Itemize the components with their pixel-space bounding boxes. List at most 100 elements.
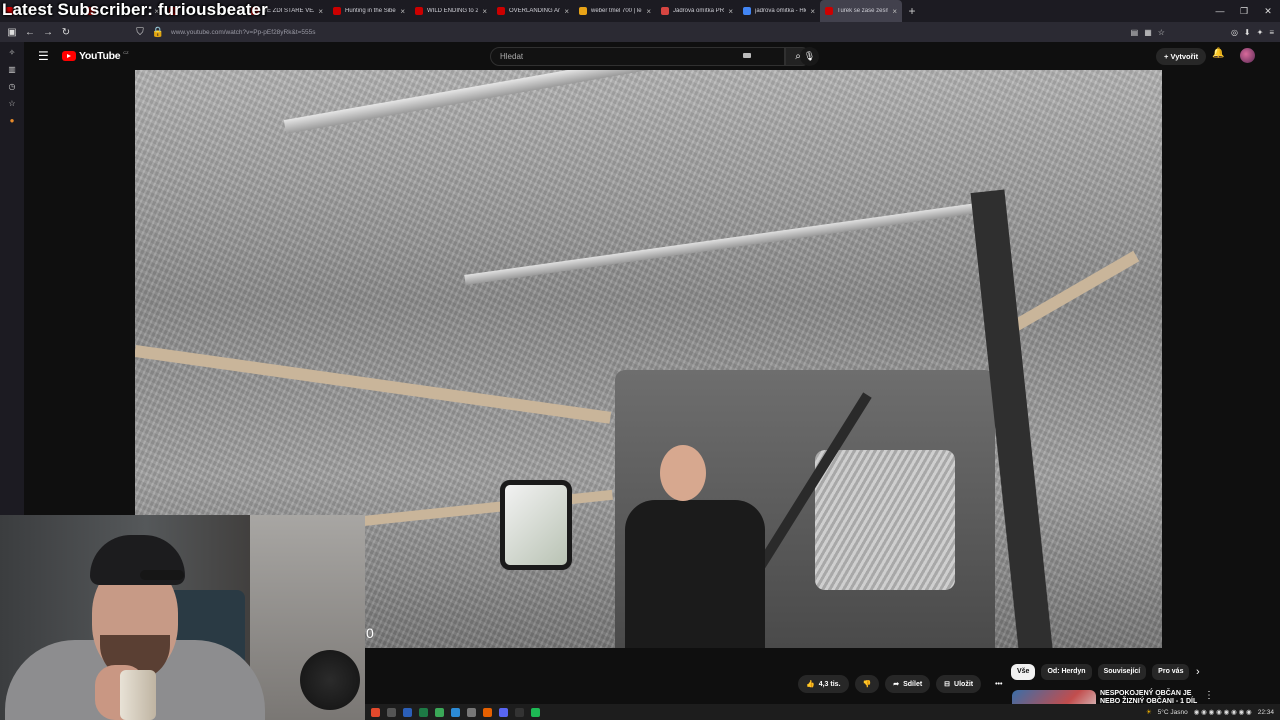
minimize-icon[interactable]: —: [1208, 0, 1232, 22]
puzzle-icon[interactable]: ✦: [1257, 28, 1264, 37]
share-button[interactable]: ➦ Sdílet: [885, 675, 931, 693]
avatar[interactable]: [1240, 48, 1255, 63]
tab-favicon-icon: [415, 7, 423, 15]
thumbs-down-icon: 👎: [862, 681, 872, 688]
tab-close-icon[interactable]: ×: [564, 7, 569, 16]
dislike-button[interactable]: 👎: [854, 675, 880, 693]
youtube-header: ☰ YouTube CZ Hledat ⌕ 🎙 + Vytvořit 🔔: [24, 42, 1280, 70]
sidebar-ai-icon[interactable]: ✧: [9, 48, 16, 57]
address-field[interactable]: www.youtube.com/watch?v=Pp-pEf28yRk&t=55…: [171, 29, 316, 36]
tab-close-icon[interactable]: ×: [646, 7, 651, 16]
extension-icon[interactable]: ◎: [1231, 28, 1238, 37]
tray-icons[interactable]: ◉ ◉ ◉ ◉ ◉ ◉ ◉ ◉: [1194, 708, 1252, 716]
reader-icon[interactable]: ▤: [1131, 28, 1139, 37]
browser-tab[interactable]: weber tmel 700 | lepicí a stěrko ×: [574, 0, 656, 22]
browser-tab[interactable]: WILD ENDING to 20,000km Fro×: [410, 0, 492, 22]
like-button[interactable]: 👍 4,3 tis.: [798, 675, 849, 693]
downloads-icon[interactable]: ⬇: [1244, 28, 1251, 37]
weather-icon: ☀: [1145, 709, 1152, 716]
thumbs-up-icon: 👍: [806, 681, 815, 688]
recommendation-menu-icon[interactable]: ⋮: [1204, 690, 1214, 701]
hamburger-menu-icon[interactable]: ☰: [38, 49, 49, 63]
share-label: Sdílet: [903, 680, 923, 688]
sidebar-tabs-icon[interactable]: ▥: [8, 65, 16, 74]
sidebar-history-icon[interactable]: ◷: [9, 82, 16, 91]
tab-title: weber tmel 700 | lepicí a stěrko: [591, 8, 642, 14]
search-input[interactable]: Hledat: [490, 47, 785, 66]
restore-icon[interactable]: ❐: [1232, 0, 1256, 22]
sidebar-extension-icon[interactable]: ●: [10, 116, 15, 125]
pip-icon[interactable]: ▦: [1144, 28, 1152, 37]
tab-title: Hunting in the Siberian Taiga: Y: [345, 8, 396, 14]
tab-close-icon[interactable]: ×: [400, 7, 405, 16]
video-frame-door-window: [815, 450, 955, 590]
video-frame-ceiling-rib: [464, 202, 981, 285]
recommendation-chips: Vše Od: Herdyn Související Pro vás: [1011, 664, 1190, 680]
menu-icon[interactable]: ≡: [1269, 28, 1274, 37]
browser-tab[interactable]: jadrova omitka - Hledat Google ×: [738, 0, 820, 22]
taskbar-apps: [365, 707, 540, 717]
browser-tab[interactable]: OVERLANDING And EXPLORIN×: [492, 0, 574, 22]
tab-close-icon[interactable]: ×: [482, 7, 487, 16]
taskbar-settings-icon[interactable]: [467, 707, 476, 717]
video-overlay-digit: 0: [366, 625, 374, 641]
browser-tab[interactable]: Jádrová omítka PRECIT univerzá×: [656, 0, 738, 22]
chevron-right-icon[interactable]: ›: [1196, 666, 1200, 678]
clock[interactable]: 22:34: [1258, 709, 1274, 716]
tab-close-icon[interactable]: ×: [892, 7, 897, 16]
forward-icon[interactable]: →: [39, 27, 57, 38]
chip-related[interactable]: Související: [1097, 664, 1147, 680]
create-button[interactable]: + Vytvořit: [1156, 48, 1207, 65]
taskbar-app-icon[interactable]: [435, 707, 444, 717]
tab-title: WILD ENDING to 20,000km Fro: [427, 8, 479, 14]
chip-from-channel[interactable]: Od: Herdyn: [1041, 664, 1092, 680]
taskbar-excel-icon[interactable]: [419, 707, 428, 717]
tab-favicon-icon: [579, 7, 587, 15]
chip-for-you[interactable]: Pro vás: [1152, 664, 1190, 680]
new-tab-button[interactable]: +: [902, 4, 922, 18]
more-actions-button[interactable]: •••: [987, 675, 1010, 693]
taskbar-obs-icon[interactable]: [515, 707, 524, 717]
video-person-shirt: [625, 500, 765, 648]
chip-all[interactable]: Vše: [1011, 664, 1036, 680]
browser-tab[interactable]: Turek se zase zesměšnil - Y×: [820, 0, 902, 22]
webcam-drink-can: [120, 670, 156, 720]
taskbar-word-icon[interactable]: [403, 707, 412, 717]
window-controls: — ❐ ✕: [1208, 0, 1280, 22]
close-window-icon[interactable]: ✕: [1256, 0, 1280, 22]
sidebar-toggle-icon[interactable]: ▣: [3, 27, 21, 38]
youtube-logo[interactable]: YouTube CZ: [62, 50, 129, 62]
tab-favicon-icon: [333, 7, 341, 15]
sidebar-bookmarks-icon[interactable]: ☆: [8, 99, 15, 108]
youtube-wordmark: YouTube: [79, 50, 121, 62]
taskbar-brave-icon[interactable]: [371, 707, 380, 717]
taskbar-discord-icon[interactable]: [499, 707, 508, 717]
tab-close-icon[interactable]: ×: [810, 7, 815, 16]
bookmark-star-icon[interactable]: ☆: [1158, 28, 1165, 37]
browser-tab[interactable]: Hunting in the Siberian Taiga: Y ×: [328, 0, 410, 22]
tab-close-icon[interactable]: ×: [728, 7, 733, 16]
weather-text[interactable]: 5°C Jasno: [1158, 709, 1188, 716]
shield-icon[interactable]: ⛉: [131, 27, 149, 38]
bookmark-icon: ⊟: [944, 681, 951, 688]
tab-title: Jádrová omítka PRECIT univerzá: [673, 8, 725, 14]
notifications-bell-icon[interactable]: 🔔: [1212, 48, 1224, 59]
reload-icon[interactable]: ↻: [57, 27, 75, 38]
back-icon[interactable]: ←: [21, 27, 39, 38]
save-button[interactable]: ⊟ Uložit: [936, 675, 982, 693]
tab-favicon-icon: [497, 7, 505, 15]
taskbar-firefox-icon[interactable]: [483, 707, 492, 717]
taskbar-shield-icon[interactable]: [387, 707, 396, 717]
voice-search-button[interactable]: 🎙: [800, 47, 819, 66]
video-frame-batten: [135, 345, 612, 424]
like-count: 4,3 tis.: [818, 680, 841, 688]
taskbar-edge-icon[interactable]: [451, 707, 460, 717]
video-frame-batten: [1012, 250, 1140, 332]
video-frame-person: [610, 445, 780, 648]
tab-favicon-icon: [743, 7, 751, 15]
os-taskbar: ☀ 5°C Jasno ◉ ◉ ◉ ◉ ◉ ◉ ◉ ◉ 22:34: [365, 704, 1280, 720]
taskbar-spotify-icon[interactable]: [531, 707, 540, 717]
keyboard-icon[interactable]: [743, 53, 751, 58]
lock-icon[interactable]: 🔒: [149, 27, 167, 38]
tab-close-icon[interactable]: ×: [318, 7, 323, 16]
